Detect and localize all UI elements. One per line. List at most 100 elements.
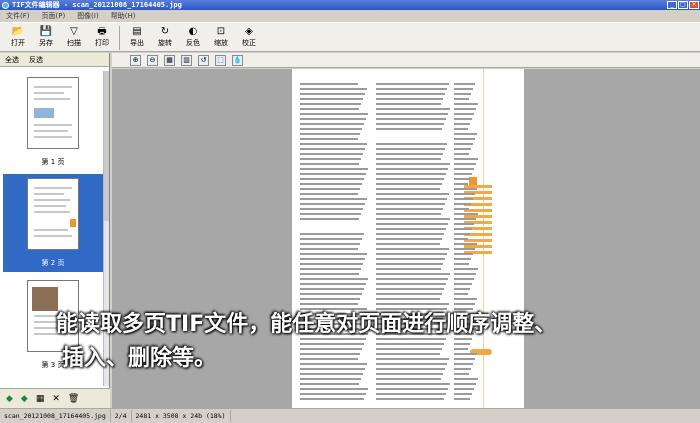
minimize-button[interactable]: _ <box>667 1 677 9</box>
text-line <box>376 388 448 390</box>
zoom-in-icon[interactable]: ⊕ <box>130 54 141 66</box>
text-line <box>376 228 446 230</box>
insert-page-icon[interactable]: ▦ <box>36 394 45 404</box>
text-line <box>300 388 368 390</box>
menu-page[interactable]: 页面(P) <box>42 11 66 21</box>
text-line <box>454 98 469 100</box>
text-line <box>376 98 443 100</box>
title-bar: TIF文件编辑器 - scan_20121008_17164405.jpg _ … <box>0 0 700 10</box>
correct-button[interactable]: ◈ 校正 <box>235 23 263 51</box>
open-button[interactable]: 📂 打开 <box>4 23 32 51</box>
text-line <box>376 178 444 180</box>
scan-button[interactable]: ▽ 扫描 <box>60 23 88 51</box>
invert-label: 反色 <box>186 39 200 47</box>
viewer-toolbar: ⊕ ⊖ ▦ ▥ ↺ ⬚ 💧 <box>112 53 700 68</box>
text-line <box>376 298 440 300</box>
toolbar-separator <box>119 26 120 50</box>
text-line <box>454 383 476 385</box>
thumbnail-page-2[interactable]: 第 2 页 <box>3 174 103 272</box>
text-line <box>454 153 469 155</box>
selection-bar: 全选 反选 <box>0 53 109 67</box>
text-line <box>454 93 471 95</box>
menu-file[interactable]: 文件(F) <box>6 11 30 21</box>
text-line <box>454 113 474 115</box>
text-line <box>300 148 365 150</box>
text-line <box>454 248 475 250</box>
text-line <box>454 298 477 300</box>
text-line <box>454 108 476 110</box>
text-line <box>376 258 445 260</box>
fit-page-icon[interactable]: ▦ <box>164 54 175 66</box>
status-page: 2/4 <box>111 410 132 422</box>
text-line <box>454 378 478 380</box>
correct-icon: ◈ <box>245 26 253 37</box>
text-line <box>300 163 359 165</box>
text-line <box>300 208 363 210</box>
print-label: 打印 <box>95 39 109 47</box>
text-line <box>300 133 360 135</box>
caption-overlay: 能读取多页TIF文件，能任意对页面进行顺序调整、 插入、删除等。 <box>56 308 696 376</box>
text-line <box>376 398 444 400</box>
scanner-icon: ▽ <box>70 26 78 37</box>
invert-select-link[interactable]: 反选 <box>29 55 43 65</box>
move-up-icon[interactable]: ◆ <box>6 394 13 404</box>
zoom-out-icon[interactable]: ⊖ <box>147 54 158 66</box>
delete-icon[interactable]: ✕ <box>52 394 60 404</box>
thumbnail-page-1[interactable]: 第 1 页 <box>3 73 103 171</box>
text-line <box>376 83 449 85</box>
text-line <box>300 183 362 185</box>
text-line <box>454 88 473 90</box>
text-line <box>454 398 470 400</box>
text-line <box>300 393 366 395</box>
trash-icon[interactable]: 🗑 <box>68 394 79 404</box>
text-line <box>454 103 478 105</box>
export-button[interactable]: ▤ 导出 <box>123 23 151 51</box>
text-line <box>300 248 358 250</box>
page-thumbnail-image <box>27 178 79 250</box>
text-line <box>376 183 442 185</box>
text-line <box>300 273 359 275</box>
open-label: 打开 <box>11 39 25 47</box>
text-line <box>376 268 441 270</box>
text-line <box>376 233 444 235</box>
window-title: TIF文件编辑器 - scan_20121008_17164405.jpg <box>12 1 182 9</box>
close-button[interactable]: × <box>689 1 699 9</box>
rotate-view-icon[interactable]: ↺ <box>198 54 209 66</box>
text-line <box>454 168 474 170</box>
text-line <box>376 393 446 395</box>
text-line <box>300 288 364 290</box>
menu-image[interactable]: 图像(I) <box>77 11 99 21</box>
text-line <box>376 293 442 295</box>
text-line <box>454 293 468 295</box>
text-line <box>376 88 447 90</box>
text-line <box>454 278 474 280</box>
text-line <box>300 178 364 180</box>
status-bar: scan_20121008_17164405.jpg 2/4 2481 x 35… <box>0 408 700 423</box>
color-drop-icon[interactable]: 💧 <box>232 54 243 66</box>
save-as-button[interactable]: 💾 另存 <box>32 23 60 51</box>
text-line <box>376 113 448 115</box>
zoom-button[interactable]: ⊡ 缩放 <box>207 23 235 51</box>
select-region-icon[interactable]: ⬚ <box>215 54 226 66</box>
move-down-icon[interactable]: ◆ <box>21 394 28 404</box>
text-line <box>454 233 470 235</box>
text-line <box>300 108 359 110</box>
rotate-button[interactable]: ↻ 旋转 <box>151 23 179 51</box>
print-button[interactable]: 🖶 打印 <box>88 23 116 51</box>
text-line <box>300 98 363 100</box>
text-line <box>376 128 442 130</box>
fit-width-icon[interactable]: ▥ <box>181 54 192 66</box>
menu-help[interactable]: 帮助(H) <box>111 11 136 21</box>
text-line <box>376 123 444 125</box>
invert-button[interactable]: ◐ 反色 <box>179 23 207 51</box>
text-line <box>300 113 368 115</box>
scrollbar-thumb[interactable] <box>104 71 109 221</box>
select-all-link[interactable]: 全选 <box>5 55 19 65</box>
text-line <box>454 223 474 225</box>
text-line <box>300 143 367 145</box>
page-thumbnail-image <box>27 77 79 149</box>
page-tools-bar: ◆ ◆ ▦ ✕ 🗑 <box>0 388 110 408</box>
maximize-button[interactable]: □ <box>678 1 688 9</box>
text-line <box>300 293 362 295</box>
text-line <box>300 168 368 170</box>
